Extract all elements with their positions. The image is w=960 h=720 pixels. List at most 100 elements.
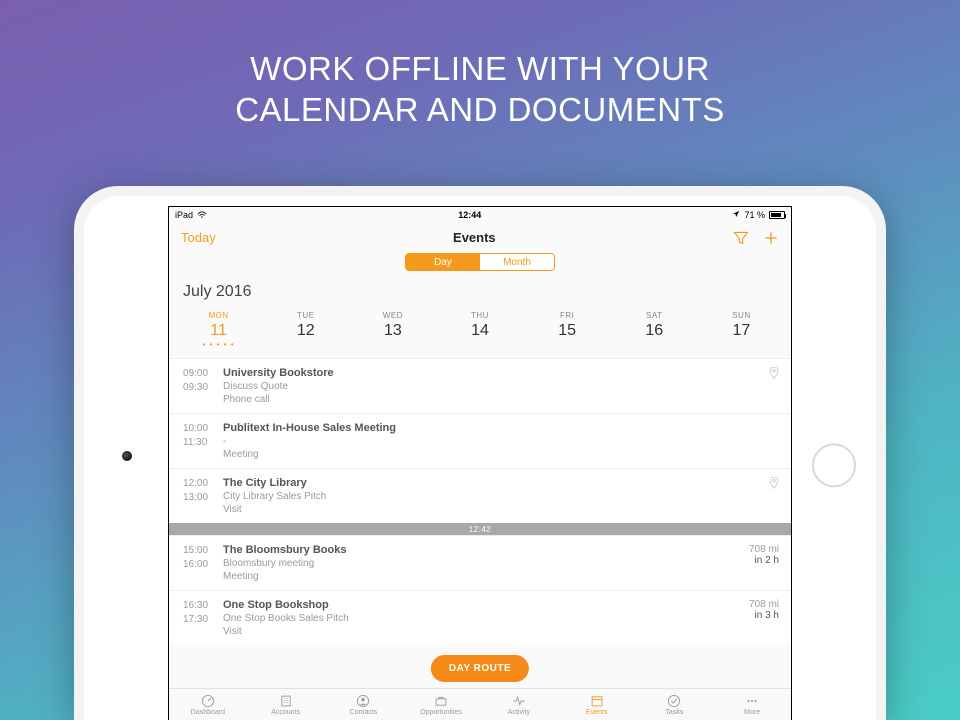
page-title: Events — [216, 230, 733, 245]
gauge-icon — [201, 694, 215, 708]
battery-icon — [769, 211, 785, 219]
tab-label: Activity — [508, 709, 530, 716]
event-distance: 708 miin 2 h — [749, 544, 779, 566]
event-row[interactable]: 10:0011:30 Publitext In-House Sales Meeti… — [169, 413, 791, 468]
tab-bar: Dashboard Accounts ContactsOpportunities Ac… — [169, 688, 791, 720]
promo-background: WORK OFFLINE WITH YOUR CALENDAR AND DOCU… — [0, 0, 960, 720]
day-number: 15 — [524, 322, 611, 340]
day-column[interactable]: SAT 16 — [611, 311, 698, 348]
event-title: One Stop Bookshop — [223, 599, 777, 611]
tab-accounts[interactable]: Accounts — [247, 689, 325, 720]
tab-tasks[interactable]: Tasks — [636, 689, 714, 720]
event-title: The Bloomsbury Books — [223, 544, 777, 556]
day-of-week: MON — [175, 311, 262, 320]
day-column[interactable]: SUN 17 — [698, 311, 785, 348]
ipad-camera — [122, 451, 132, 461]
event-type: Phone call — [223, 394, 777, 405]
event-list-before-now: 09:0009:30 University Bookstore Discuss Qu… — [169, 358, 791, 523]
day-column[interactable]: MON 11• • • • • — [175, 311, 262, 348]
tab-label: Events — [586, 709, 607, 716]
battery-percent: 71 % — [744, 210, 765, 220]
location-arrow-icon — [732, 210, 740, 220]
tab-opportunities[interactable]: Opportunities — [402, 689, 480, 720]
nav-header: Today Events — [169, 223, 791, 253]
tab-events[interactable]: Events — [558, 689, 636, 720]
current-time-indicator: 12:42 — [169, 523, 791, 535]
event-type: Meeting — [223, 449, 777, 460]
day-number: 13 — [349, 322, 436, 340]
event-subtitle: One Stop Books Sales Pitch — [223, 613, 777, 624]
tab-label: Accounts — [271, 709, 300, 716]
day-dots — [524, 340, 611, 348]
add-button[interactable] — [763, 230, 779, 246]
event-time: 15:0016:00 — [183, 544, 217, 582]
event-row[interactable]: 12:0013:00 The City Library City Library S… — [169, 468, 791, 523]
day-column[interactable]: THU 14 — [436, 311, 523, 348]
wifi-icon — [197, 211, 207, 219]
event-row[interactable]: 16:3017:30 One Stop Bookshop One Stop Book… — [169, 590, 791, 645]
day-number: 14 — [436, 322, 523, 340]
hero-headline: WORK OFFLINE WITH YOUR CALENDAR AND DOCU… — [0, 48, 960, 131]
hero-line-1: WORK OFFLINE WITH YOUR — [0, 48, 960, 89]
event-subtitle: City Library Sales Pitch — [223, 491, 777, 502]
event-subtitle: Discuss Quote — [223, 381, 777, 392]
day-number: 16 — [611, 322, 698, 340]
event-title: Publitext In-House Sales Meeting — [223, 422, 777, 434]
building-icon — [279, 694, 293, 708]
filter-button[interactable] — [733, 230, 749, 246]
day-number: 17 — [698, 322, 785, 340]
device-label: iPad — [175, 210, 193, 220]
day-route-button[interactable]: DAY ROUTE — [431, 655, 529, 682]
event-title: The City Library — [223, 477, 777, 489]
day-dots — [262, 340, 349, 348]
activity-icon — [512, 694, 526, 708]
day-of-week: WED — [349, 311, 436, 320]
today-button[interactable]: Today — [181, 230, 216, 245]
segment-day[interactable]: Day — [406, 254, 480, 270]
day-number: 11 — [175, 322, 262, 340]
more-icon — [745, 694, 759, 708]
event-subtitle: - — [223, 436, 777, 447]
day-dots — [436, 340, 523, 348]
day-of-week: THU — [436, 311, 523, 320]
event-time: 10:0011:30 — [183, 422, 217, 460]
day-dots — [349, 340, 436, 348]
event-type: Meeting — [223, 571, 777, 582]
app-screen: iPad 12:44 71 % Today Events — [168, 206, 792, 720]
view-segmented-control: Day Month — [169, 253, 791, 279]
day-of-week: SAT — [611, 311, 698, 320]
tab-dashboard[interactable]: Dashboard — [169, 689, 247, 720]
tab-contacts[interactable]: Contacts — [325, 689, 403, 720]
day-number: 12 — [262, 322, 349, 340]
segment-month[interactable]: Month — [480, 254, 554, 270]
event-type: Visit — [223, 626, 777, 637]
day-column[interactable]: TUE 12 — [262, 311, 349, 348]
event-row[interactable]: 15:0016:00The Bloomsbury BooksBloomsbury… — [169, 535, 791, 590]
day-dots — [611, 340, 698, 348]
tab-more[interactable]: More — [713, 689, 791, 720]
event-list-after-now: 15:0016:00The Bloomsbury BooksBloomsbury… — [169, 535, 791, 645]
day-column[interactable]: WED 13 — [349, 311, 436, 348]
day-of-week: TUE — [262, 311, 349, 320]
event-type: Visit — [223, 504, 777, 515]
ipad-home-button[interactable] — [812, 443, 856, 487]
tab-label: Dashboard — [191, 709, 225, 716]
day-of-week: SUN — [698, 311, 785, 320]
tab-activity[interactable]: Activity — [480, 689, 558, 720]
day-dots: • • • • • — [175, 340, 262, 348]
hero-line-2: CALENDAR AND DOCUMENTS — [0, 89, 960, 130]
event-time: 09:0009:30 — [183, 367, 217, 405]
briefcase-icon — [434, 694, 448, 708]
tab-label: More — [744, 709, 760, 716]
day-column[interactable]: FRI 15 — [524, 311, 611, 348]
event-time: 12:0013:00 — [183, 477, 217, 515]
event-row[interactable]: 09:0009:30 University Bookstore Discuss Qu… — [169, 358, 791, 413]
clock: 12:44 — [207, 210, 732, 220]
check-icon — [667, 694, 681, 708]
day-of-week: FRI — [524, 311, 611, 320]
month-heading: July 2016 — [169, 279, 791, 301]
location-pin-icon — [769, 477, 779, 489]
event-time: 16:3017:30 — [183, 599, 217, 637]
status-bar: iPad 12:44 71 % — [169, 207, 791, 223]
event-title: University Bookstore — [223, 367, 777, 379]
